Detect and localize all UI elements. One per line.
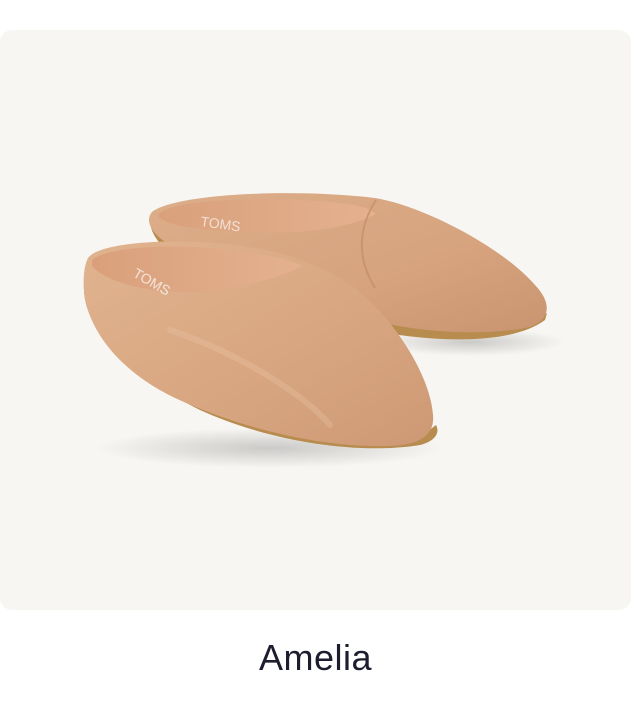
product-image[interactable]: TOMS TOMS	[0, 30, 631, 610]
mule-shoes-illustration: TOMS TOMS	[83, 193, 565, 468]
product-card[interactable]: TOMS TOMS Amelia	[0, 0, 640, 720]
product-name[interactable]: Amelia	[0, 632, 631, 684]
